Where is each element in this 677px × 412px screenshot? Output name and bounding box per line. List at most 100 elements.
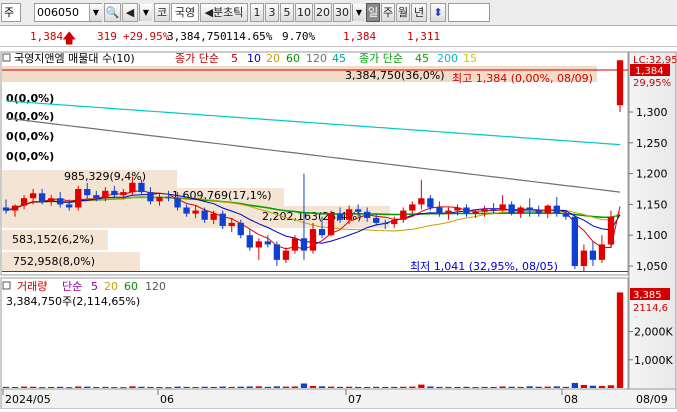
- volume-bar: [427, 386, 434, 388]
- candle-body: [517, 207, 524, 214]
- candle-body: [345, 209, 353, 220]
- volume-profile-label: 1,609,769(17,1%): [172, 189, 272, 202]
- x-tick-label: 08/09: [636, 393, 668, 406]
- volume-bar: [562, 386, 569, 388]
- day-button[interactable]: 일: [366, 3, 380, 22]
- volume-bar: [255, 386, 262, 388]
- candle-body: [183, 207, 190, 214]
- stock-name-field[interactable]: 국영: [171, 3, 199, 22]
- ma-legend-20: 20: [266, 52, 280, 65]
- ma-legend-60: 60: [286, 52, 300, 65]
- sound-dropdown-button[interactable]: ▼: [139, 4, 152, 21]
- candle-body: [544, 205, 551, 214]
- volume-bar: [336, 386, 344, 388]
- code-value: 006050: [37, 6, 79, 19]
- volume-ma-5: 5: [91, 280, 98, 293]
- candle-body: [300, 238, 308, 251]
- volume-bar: [93, 386, 100, 388]
- ma-legend-45b: 45: [415, 52, 429, 65]
- volume-bar: [517, 386, 524, 388]
- volume-legend-checkbox[interactable]: [2, 281, 11, 290]
- candle-body: [445, 210, 452, 214]
- volume-bar: [138, 386, 145, 388]
- candle-body: [616, 60, 624, 106]
- candle-body: [499, 204, 506, 211]
- volume-bar: [129, 386, 136, 388]
- updown-arrow-icon: ⬍: [433, 6, 443, 19]
- price-chart[interactable]: 3,384,750(36,0%)0(0,0%)0(0,0%)0(0,0%)0(0…: [0, 50, 677, 410]
- tick-button[interactable]: ◀분초틱: [200, 3, 248, 22]
- candle-body: [562, 213, 569, 217]
- legend-checkbox[interactable]: [2, 53, 11, 62]
- period-button-3[interactable]: 3: [265, 3, 279, 22]
- period-button-30[interactable]: 30: [333, 3, 351, 22]
- candle-body: [246, 235, 253, 248]
- candle-body: [38, 193, 46, 202]
- candle-body: [210, 213, 217, 220]
- search-icon: 🔍: [105, 6, 120, 19]
- candle-body: [228, 222, 235, 226]
- volume-bar: [508, 386, 515, 388]
- candle-body: [147, 192, 154, 202]
- vertical-resize-button[interactable]: ⬍: [430, 3, 446, 22]
- ma-legend-120: 120: [306, 52, 327, 65]
- market-select[interactable]: 주: [1, 3, 21, 22]
- volume-bar: [580, 384, 588, 388]
- month-button[interactable]: 월: [396, 3, 410, 22]
- volume-bar: [237, 386, 244, 388]
- candle-body: [20, 198, 28, 206]
- volume-profile-label: 583,152(6,2%): [12, 233, 94, 246]
- code-dropdown-button[interactable]: ▼: [89, 4, 102, 21]
- week-button[interactable]: 주: [381, 3, 395, 22]
- quote-change-pct: +29.95%: [123, 30, 170, 43]
- volume-bar: [436, 386, 443, 388]
- period-dropdown-button[interactable]: ▼: [352, 4, 365, 21]
- candle-body: [526, 207, 533, 211]
- period-button-20[interactable]: 20: [314, 3, 332, 22]
- volume-profile-legend: 국영지앤엠 매물대 수(10): [14, 52, 135, 65]
- last-price-tag: 1,384: [635, 66, 664, 77]
- high-annotation: 최고 1,384 (0,00%, 08/09): [452, 72, 593, 85]
- candle-body: [291, 238, 299, 251]
- x-tick-label: 07: [348, 393, 362, 406]
- candle-body: [553, 205, 560, 214]
- volume-bar: [2, 386, 10, 388]
- volume-bar: [354, 386, 362, 388]
- period-button-1[interactable]: 1: [250, 3, 264, 22]
- search-button[interactable]: 🔍: [104, 3, 121, 22]
- candle-body: [472, 211, 479, 214]
- candle-body: [282, 250, 290, 260]
- period-button-10[interactable]: 10: [295, 3, 313, 22]
- candle-body: [237, 222, 244, 236]
- chart-area[interactable]: 3,384,750(36,0%) 0(0,0%) 0(0,0%) 0(0,0%) 0(0…: [0, 50, 677, 410]
- volume-value-label: 3,384,750주(2,114,65%): [6, 295, 140, 308]
- volume-bar: [246, 386, 253, 388]
- quote-volume: 3,384,750: [167, 30, 227, 43]
- period-button-5[interactable]: 5: [280, 3, 294, 22]
- volume-bar: [273, 386, 281, 388]
- candle-body: [165, 197, 172, 199]
- year-button[interactable]: 년: [411, 3, 427, 22]
- volume-bar: [463, 386, 470, 388]
- candle-body: [481, 209, 488, 212]
- volume-bar: [174, 386, 181, 388]
- volume-bar: [57, 386, 64, 388]
- candle-body: [598, 244, 606, 260]
- candle-body: [264, 241, 272, 245]
- tick-label: 분초틱: [213, 6, 244, 19]
- ma-legend-label: 종가 단순: [175, 52, 219, 65]
- candle-body: [273, 244, 281, 260]
- sound-button[interactable]: ◀: [122, 3, 138, 22]
- volume-bar: [210, 386, 217, 388]
- toolbar: 주 006050 ▼ 🔍 ◀ ▼ 코 국영 ◀분초틱 1 3 5 10 20 3…: [0, 0, 677, 26]
- volume-profile-label: 752,958(8,0%): [13, 255, 95, 268]
- extra-input[interactable]: [448, 3, 490, 22]
- candle-body: [436, 207, 443, 214]
- price-y-tick-label: 1,150: [636, 198, 668, 211]
- volume-bar: [391, 386, 398, 388]
- volume-bar: [364, 387, 371, 389]
- period-label: 1: [253, 6, 261, 19]
- period-label: 10: [297, 6, 311, 19]
- kospi-button[interactable]: 코: [154, 3, 170, 22]
- quote-change: 319: [97, 30, 117, 43]
